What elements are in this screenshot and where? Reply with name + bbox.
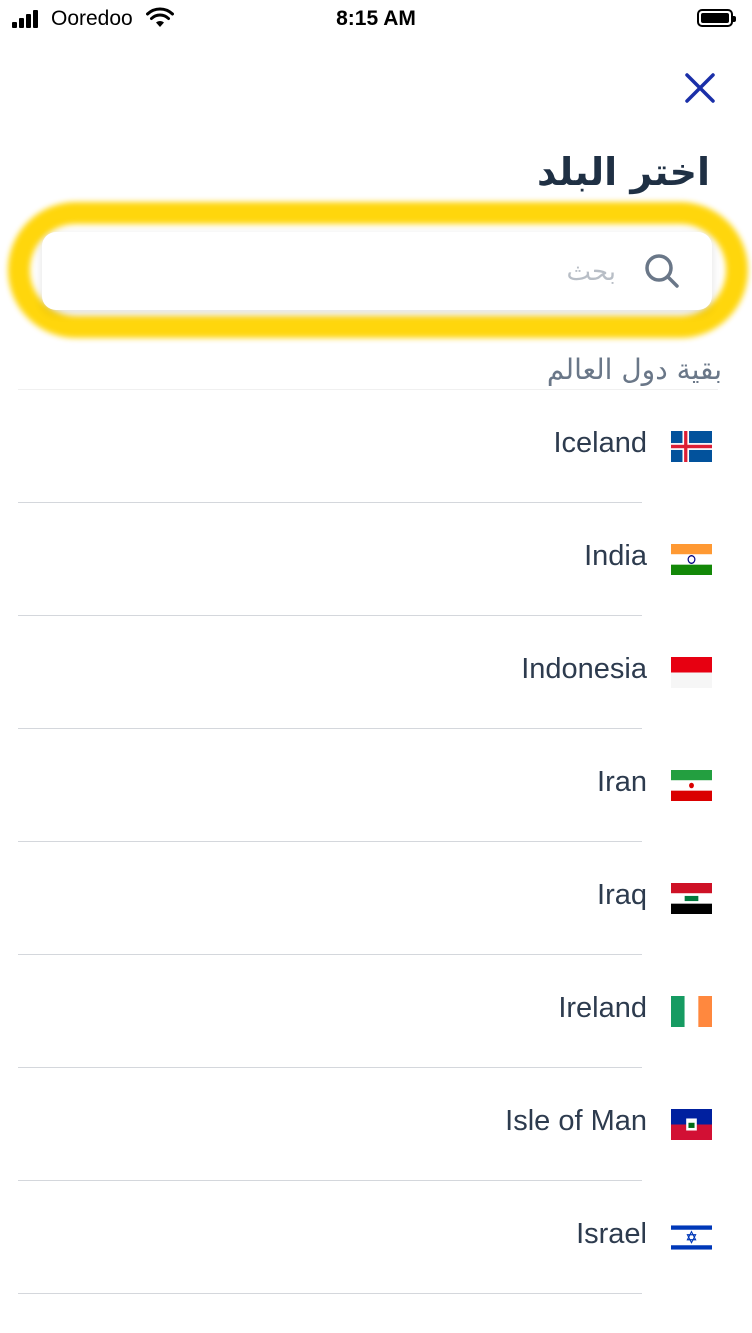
section-header: بقية دول العالم — [546, 353, 722, 386]
country-list: Iceland India Indonesia Iran Iraq Irelan… — [0, 390, 752, 1294]
country-name: Israel — [576, 1218, 647, 1250]
country-name: Iceland — [553, 427, 647, 459]
country-name: Iran — [597, 766, 647, 798]
page-title: اختر البلد — [536, 150, 710, 194]
israel-flag-icon — [671, 1222, 712, 1253]
country-row-iraq[interactable]: Iraq — [0, 842, 752, 955]
search-bar[interactable] — [42, 232, 712, 310]
country-row-ireland[interactable]: Ireland — [0, 955, 752, 1068]
country-row-israel[interactable]: Israel — [0, 1181, 752, 1294]
clock: 8:15 AM — [336, 7, 416, 30]
country-row-india[interactable]: India — [0, 503, 752, 616]
isle-of-man-flag-icon — [671, 1109, 712, 1140]
search-input[interactable] — [114, 252, 618, 292]
indonesia-flag-icon — [671, 657, 712, 688]
country-name: Indonesia — [521, 653, 647, 685]
battery-icon — [697, 9, 736, 27]
status-bar: Ooredoo 8:15 AM — [0, 0, 752, 40]
country-name: India — [584, 540, 647, 572]
close-icon[interactable] — [679, 67, 721, 109]
ireland-flag-icon — [671, 996, 712, 1027]
iran-flag-icon — [671, 770, 712, 801]
country-name: Isle of Man — [505, 1105, 647, 1137]
iraq-flag-icon — [671, 883, 712, 914]
search-icon[interactable] — [642, 251, 682, 291]
country-name: Ireland — [558, 992, 647, 1024]
country-row-indonesia[interactable]: Indonesia — [0, 616, 752, 729]
country-row-isle-of-man[interactable]: Isle of Man — [0, 1068, 752, 1181]
country-name: Iraq — [597, 879, 647, 911]
iceland-flag-icon — [671, 431, 712, 462]
india-flag-icon — [671, 544, 712, 575]
country-row-iran[interactable]: Iran — [0, 729, 752, 842]
country-row-iceland[interactable]: Iceland — [0, 390, 752, 503]
